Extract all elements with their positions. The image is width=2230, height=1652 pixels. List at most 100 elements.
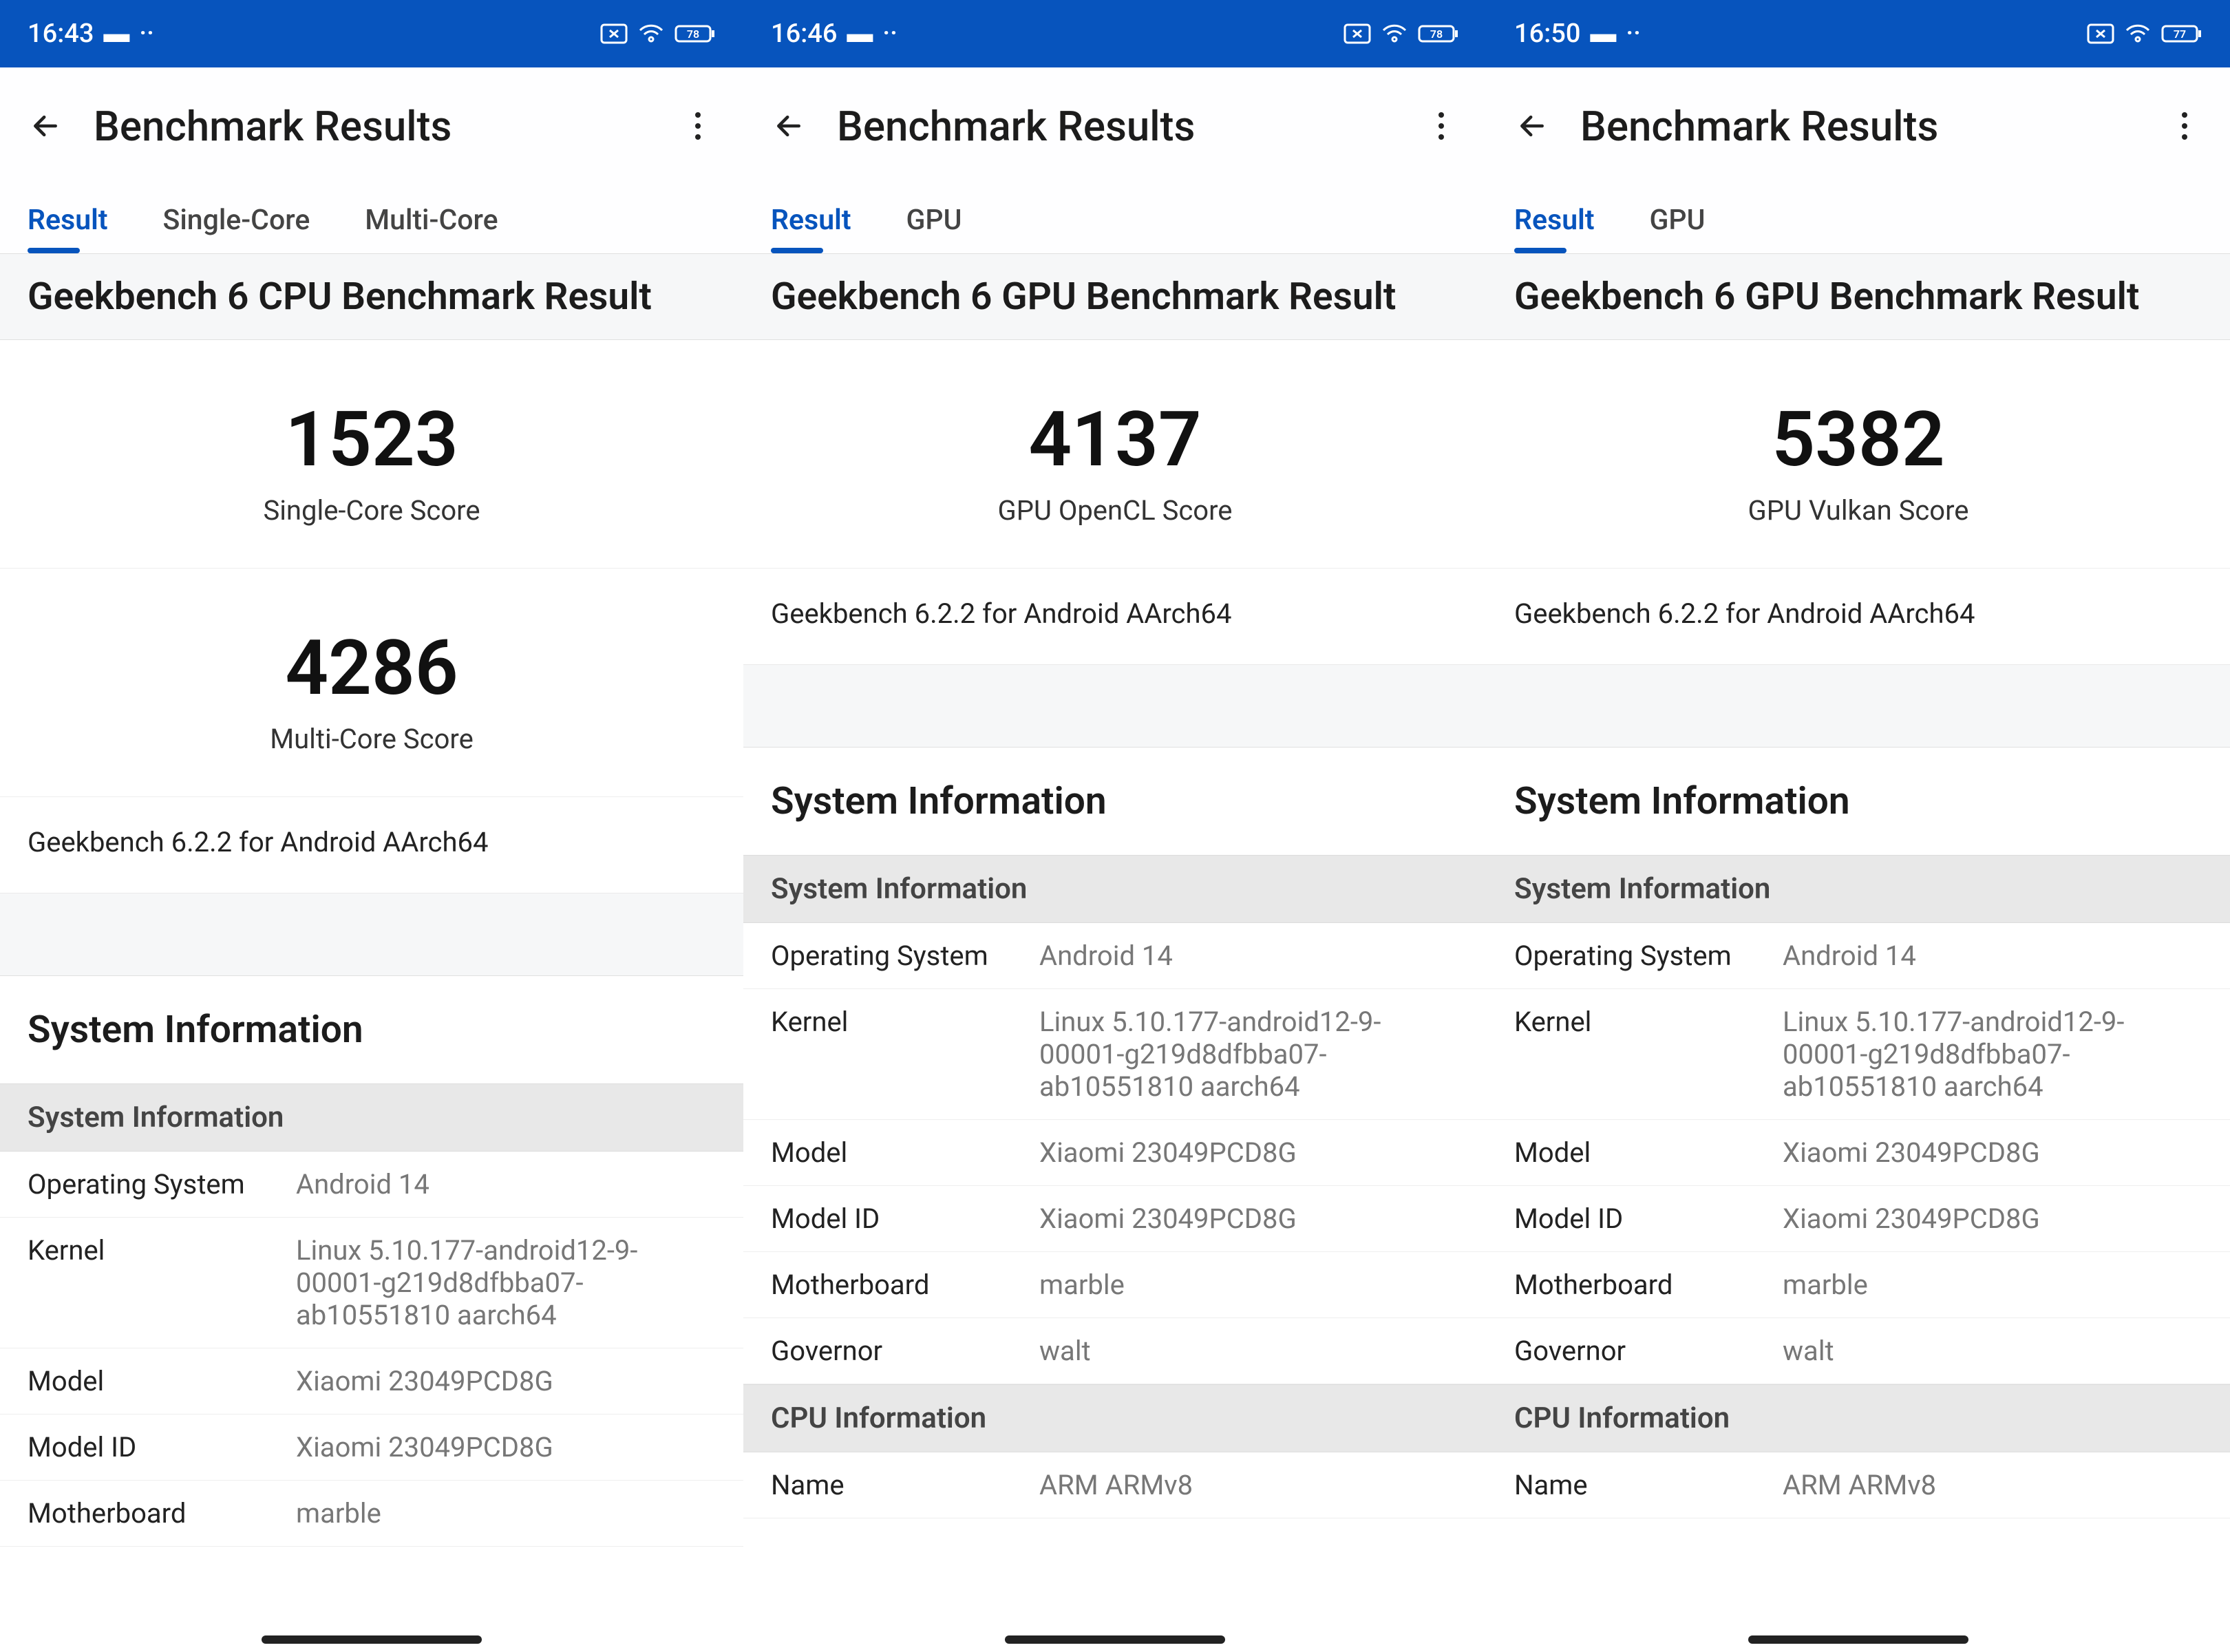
row-key: Model ID — [1514, 1203, 1783, 1235]
row-key: Model — [771, 1136, 1039, 1169]
status-bar: 16:50 ▬ ·· 77 — [1487, 0, 2230, 67]
row-key: Motherboard — [771, 1269, 1039, 1301]
home-indicator[interactable] — [262, 1635, 482, 1644]
table-row: Operating SystemAndroid 14 — [1487, 923, 2230, 989]
system-info-subheader: System Information — [1487, 855, 2230, 923]
table-row: Model IDXiaomi 23049PCD8G — [743, 1186, 1487, 1252]
status-dots: ·· — [139, 19, 154, 49]
table-row: Governorwalt — [1487, 1318, 2230, 1384]
system-info-heading: System Information — [743, 748, 1487, 855]
table-row: Model IDXiaomi 23049PCD8G — [1487, 1186, 2230, 1252]
app-bar: Benchmark Results — [1487, 67, 2230, 184]
status-dots: ·· — [1626, 19, 1641, 49]
status-time: 16:43 — [28, 19, 94, 49]
status-bar: 16:46 ▬ ·· 78 — [743, 0, 1487, 67]
app-bar: Benchmark Results — [743, 67, 1487, 184]
tab-gpu[interactable]: GPU — [879, 204, 990, 253]
cpu-info-subheader: CPU Information — [1487, 1384, 2230, 1452]
back-button[interactable] — [1511, 105, 1553, 147]
result-title: Geekbench 6 CPU Benchmark Result — [0, 253, 743, 340]
close-box-icon — [600, 23, 628, 44]
row-key: Governor — [1514, 1335, 1783, 1367]
gpu-score: 5382 — [1487, 402, 2230, 478]
multi-core-label: Multi-Core Score — [0, 723, 743, 755]
row-key: Kernel — [1514, 1006, 1783, 1103]
tab-gpu[interactable]: GPU — [1622, 204, 1733, 253]
system-info-heading: System Information — [1487, 748, 2230, 855]
row-key: Model — [1514, 1136, 1783, 1169]
single-core-score: 1523 — [0, 402, 743, 478]
row-val: Android 14 — [1783, 940, 2202, 972]
score-block-multi: 4286 Multi-Core Score — [0, 569, 743, 797]
section-gap — [1487, 665, 2230, 748]
phone-screen-1: 16:43 ▬ ·· 78 Benchmark Results Result S… — [0, 0, 743, 1652]
sim-icon: ▬ — [1590, 19, 1616, 49]
row-key: Model — [28, 1365, 296, 1397]
system-info-heading: System Information — [0, 976, 743, 1083]
row-key: Model ID — [28, 1431, 296, 1463]
battery-icon: 78 — [675, 23, 716, 44]
tab-result[interactable]: Result — [1487, 204, 1622, 253]
gpu-score: 4137 — [743, 402, 1487, 478]
table-row: Motherboardmarble — [1487, 1252, 2230, 1318]
row-val: Xiaomi 23049PCD8G — [1783, 1203, 2202, 1235]
system-info-subheader: System Information — [743, 855, 1487, 923]
table-row: Motherboardmarble — [743, 1252, 1487, 1318]
status-time: 16:50 — [1514, 19, 1580, 49]
table-row: Governorwalt — [743, 1318, 1487, 1384]
home-indicator[interactable] — [1005, 1635, 1225, 1644]
score-block-gpu: 4137 GPU OpenCL Score — [743, 340, 1487, 569]
tab-result[interactable]: Result — [0, 204, 136, 253]
row-val: Linux 5.10.177-android12-9-00001-g219d8d… — [1039, 1006, 1459, 1103]
version-text: Geekbench 6.2.2 for Android AArch64 — [0, 797, 743, 893]
sim-icon: ▬ — [847, 19, 873, 49]
row-val: ARM ARMv8 — [1783, 1469, 2202, 1501]
home-indicator[interactable] — [1748, 1635, 1968, 1644]
close-box-icon — [1344, 23, 1371, 44]
table-row: KernelLinux 5.10.177-android12-9-00001-g… — [1487, 989, 2230, 1120]
back-button[interactable] — [768, 105, 809, 147]
status-bar: 16:43 ▬ ·· 78 — [0, 0, 743, 67]
tab-bar: Result GPU — [743, 184, 1487, 253]
phone-screen-3: 16:50 ▬ ·· 77 Benchmark Results Result G… — [1487, 0, 2230, 1652]
more-button[interactable] — [2164, 105, 2205, 147]
row-key: Name — [1514, 1469, 1783, 1501]
row-key: Operating System — [771, 940, 1039, 972]
sim-icon: ▬ — [103, 19, 129, 49]
section-gap — [743, 665, 1487, 748]
tab-single-core[interactable]: Single-Core — [136, 204, 338, 253]
row-val: walt — [1039, 1335, 1459, 1367]
status-time: 16:46 — [771, 19, 837, 49]
gpu-score-label: GPU Vulkan Score — [1487, 494, 2230, 527]
more-button[interactable] — [677, 105, 719, 147]
table-row: ModelXiaomi 23049PCD8G — [743, 1120, 1487, 1186]
phone-screen-2: 16:46 ▬ ·· 78 Benchmark Results Result G… — [743, 0, 1487, 1652]
row-val: Xiaomi 23049PCD8G — [1783, 1136, 2202, 1169]
svg-text:78: 78 — [1430, 28, 1443, 41]
multi-core-score: 4286 — [0, 631, 743, 706]
page-title: Benchmark Results — [94, 102, 677, 151]
tab-result[interactable]: Result — [743, 204, 879, 253]
tab-multi-core[interactable]: Multi-Core — [337, 204, 525, 253]
table-row: Operating SystemAndroid 14 — [743, 923, 1487, 989]
app-bar: Benchmark Results — [0, 67, 743, 184]
battery-icon: 78 — [1418, 23, 1459, 44]
table-row: NameARM ARMv8 — [743, 1452, 1487, 1518]
version-text: Geekbench 6.2.2 for Android AArch64 — [1487, 569, 2230, 665]
table-row: Model IDXiaomi 23049PCD8G — [0, 1415, 743, 1481]
back-button[interactable] — [25, 105, 66, 147]
svg-text:78: 78 — [687, 28, 699, 41]
table-row: NameARM ARMv8 — [1487, 1452, 2230, 1518]
page-title: Benchmark Results — [1580, 102, 2164, 151]
section-gap — [0, 893, 743, 976]
row-key: Model ID — [771, 1203, 1039, 1235]
more-button[interactable] — [1421, 105, 1462, 147]
status-dots: ·· — [882, 19, 898, 49]
row-key: Kernel — [28, 1234, 296, 1331]
row-val: Xiaomi 23049PCD8G — [1039, 1203, 1459, 1235]
row-key: Operating System — [1514, 940, 1783, 972]
system-info-subheader: System Information — [0, 1083, 743, 1152]
row-val: marble — [1039, 1269, 1459, 1301]
single-core-label: Single-Core Score — [0, 494, 743, 527]
tab-bar: Result GPU — [1487, 184, 2230, 253]
